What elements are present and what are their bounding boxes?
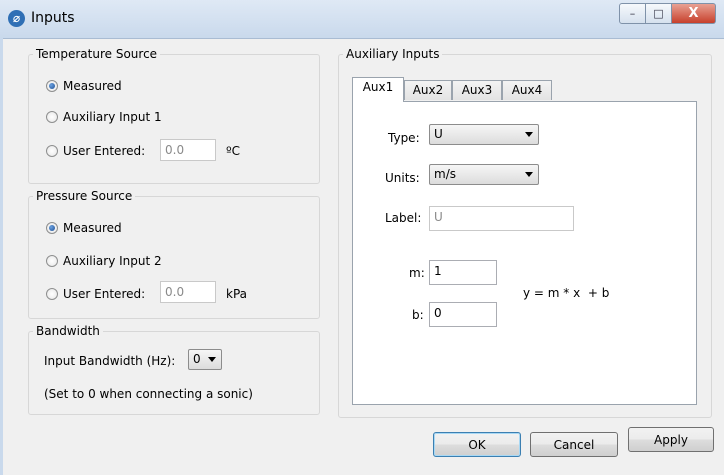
auxiliary-inputs-legend: Auxiliary Inputs <box>346 47 440 61</box>
label-field-label: Label: <box>385 211 422 225</box>
pressure-user-entered-label: User Entered: <box>63 287 146 301</box>
tab-aux2[interactable]: Aux2 <box>404 80 452 100</box>
units-select[interactable]: m/s <box>429 164 539 185</box>
label-input[interactable]: U <box>429 206 574 231</box>
input-bandwidth-select[interactable]: 0 <box>188 349 222 370</box>
input-bandwidth-value: 0 <box>193 352 201 366</box>
aux1-tab-panel <box>352 101 697 405</box>
minimize-icon: – <box>629 7 636 20</box>
close-icon: X <box>688 6 699 21</box>
pressure-measured-option[interactable]: Measured <box>46 221 122 235</box>
tab-aux3[interactable]: Aux3 <box>452 80 502 100</box>
window-controls: – □ X <box>619 3 716 24</box>
tab-aux4[interactable]: Aux4 <box>502 80 552 100</box>
bandwidth-group: Bandwidth <box>28 324 320 415</box>
pressure-user-value-field[interactable]: 0.0 <box>160 281 216 303</box>
units-select-value: m/s <box>434 167 456 181</box>
radio-unchecked-icon[interactable] <box>46 255 58 267</box>
units-label: Units: <box>385 171 420 185</box>
formula-text: y = m * x + b <box>523 286 610 300</box>
app-logo-icon: ⌀ <box>8 10 25 27</box>
radio-checked-icon[interactable] <box>46 80 58 92</box>
m-label: m: <box>409 266 425 280</box>
window-left-edge <box>0 38 3 475</box>
temp-unit-label: ºC <box>226 144 241 158</box>
temp-user-entered-label: User Entered: <box>63 144 146 158</box>
b-input[interactable]: 0 <box>429 302 497 327</box>
temp-measured-label: Measured <box>63 79 122 93</box>
close-button[interactable]: X <box>672 3 716 24</box>
b-label: b: <box>412 308 424 322</box>
temp-auxiliary-option[interactable]: Auxiliary Input 1 <box>46 110 162 124</box>
radio-unchecked-icon[interactable] <box>46 145 58 157</box>
title-bar: ⌀ Inputs – □ X <box>0 0 724 39</box>
maximize-button[interactable]: □ <box>646 3 672 24</box>
chevron-down-icon <box>525 132 533 137</box>
pressure-auxiliary-option[interactable]: Auxiliary Input 2 <box>46 254 162 268</box>
m-input[interactable]: 1 <box>429 260 497 285</box>
chevron-down-icon <box>208 357 216 362</box>
input-bandwidth-label: Input Bandwidth (Hz): <box>44 354 176 368</box>
window-title: Inputs <box>31 10 75 26</box>
radio-unchecked-icon[interactable] <box>46 111 58 123</box>
pressure-user-entered-option[interactable]: User Entered: <box>46 287 145 301</box>
tab-aux1[interactable]: Aux1 <box>352 77 404 102</box>
pressure-measured-label: Measured <box>63 221 122 235</box>
temp-measured-option[interactable]: Measured <box>46 79 122 93</box>
temp-user-entered-option[interactable]: User Entered: <box>46 144 145 158</box>
minimize-button[interactable]: – <box>619 3 646 24</box>
temp-user-value-field[interactable]: 0.0 <box>160 139 216 161</box>
pressure-auxiliary-label: Auxiliary Input 2 <box>63 254 162 268</box>
apply-button[interactable]: Apply <box>628 427 714 452</box>
chevron-down-icon <box>525 172 533 177</box>
type-label: Type: <box>388 131 420 145</box>
cancel-button[interactable]: Cancel <box>530 432 618 457</box>
temperature-source-legend: Temperature Source <box>36 47 158 61</box>
ok-button[interactable]: OK <box>433 432 521 457</box>
type-select[interactable]: U <box>429 124 539 145</box>
pressure-unit-label: kPa <box>226 287 247 301</box>
temp-auxiliary-label: Auxiliary Input 1 <box>63 110 162 124</box>
radio-checked-icon[interactable] <box>46 222 58 234</box>
bandwidth-note: (Set to 0 when connecting a sonic) <box>44 387 253 401</box>
radio-unchecked-icon[interactable] <box>46 288 58 300</box>
bandwidth-legend: Bandwidth <box>36 324 100 338</box>
maximize-icon: □ <box>653 7 664 20</box>
type-select-value: U <box>434 127 443 141</box>
pressure-source-legend: Pressure Source <box>36 189 133 203</box>
